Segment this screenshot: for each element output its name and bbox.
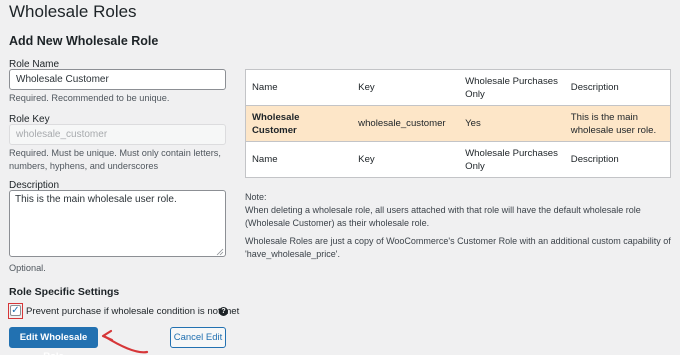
note-box: Note: When deleting a wholesale role, al… <box>245 191 673 266</box>
role-key-help-line1: Required. Must be unique. Must only cont… <box>9 148 221 158</box>
prevent-purchase-label[interactable]: Prevent purchase if wholesale condition … <box>26 306 239 317</box>
role-settings-title: Role Specific Settings <box>9 286 120 298</box>
page-title: Wholesale Roles <box>9 2 137 21</box>
note-paragraph-2: Wholesale Roles are just a copy of WooCo… <box>245 236 671 259</box>
section-title: Add New Wholesale Role <box>9 34 159 48</box>
role-name-help: Required. Recommended to be unique. <box>9 93 170 103</box>
prevent-purchase-checkbox[interactable]: ✓ <box>10 305 21 316</box>
checkmark-icon: ✓ <box>11 305 20 316</box>
row-name[interactable]: Wholesale Customer <box>246 106 353 142</box>
cancel-edit-button[interactable]: Cancel Edit <box>170 327 226 348</box>
header-name[interactable]: Name <box>245 69 353 106</box>
row-purchases-only: Yes <box>465 118 481 129</box>
help-icon[interactable]: ? <box>219 307 228 316</box>
footer-name[interactable]: Name <box>245 141 353 178</box>
table-row[interactable]: Wholesale Customer wholesale_customer Ye… <box>245 105 671 142</box>
role-key-help: Required. Must be unique. Must only cont… <box>9 147 221 173</box>
description-textarea[interactable]: This is the main wholesale user role. <box>9 190 226 257</box>
wholesale-roles-table: Name Key Wholesale Purchases Only Descri… <box>245 69 671 178</box>
row-key: wholesale_customer <box>358 118 446 129</box>
resize-handle-icon[interactable] <box>216 248 224 256</box>
footer-purchases-only[interactable]: Wholesale Purchases Only <box>459 141 565 178</box>
table-header-row: Name Key Wholesale Purchases Only Descri… <box>245 69 671 106</box>
note-paragraph-1: When deleting a wholesale role, all user… <box>245 205 641 228</box>
footer-key[interactable]: Key <box>352 141 460 178</box>
row-description: This is the main wholesale user role. <box>570 111 657 136</box>
header-purchases-only[interactable]: Wholesale Purchases Only <box>459 69 565 106</box>
note-heading: Note: <box>245 192 267 202</box>
table-footer-row: Name Key Wholesale Purchases Only Descri… <box>245 141 671 178</box>
header-description[interactable]: Description <box>564 69 671 106</box>
role-key-input <box>9 124 226 145</box>
annotation-arrow-icon <box>101 329 149 354</box>
role-key-help-line2: numbers, hyphens, and underscores <box>9 161 159 171</box>
description-help: Optional. <box>9 263 46 273</box>
header-key[interactable]: Key <box>352 69 460 106</box>
footer-description[interactable]: Description <box>564 141 671 178</box>
role-name-input[interactable] <box>9 69 226 90</box>
edit-wholesale-role-button[interactable]: Edit Wholesale Role <box>9 327 98 355</box>
